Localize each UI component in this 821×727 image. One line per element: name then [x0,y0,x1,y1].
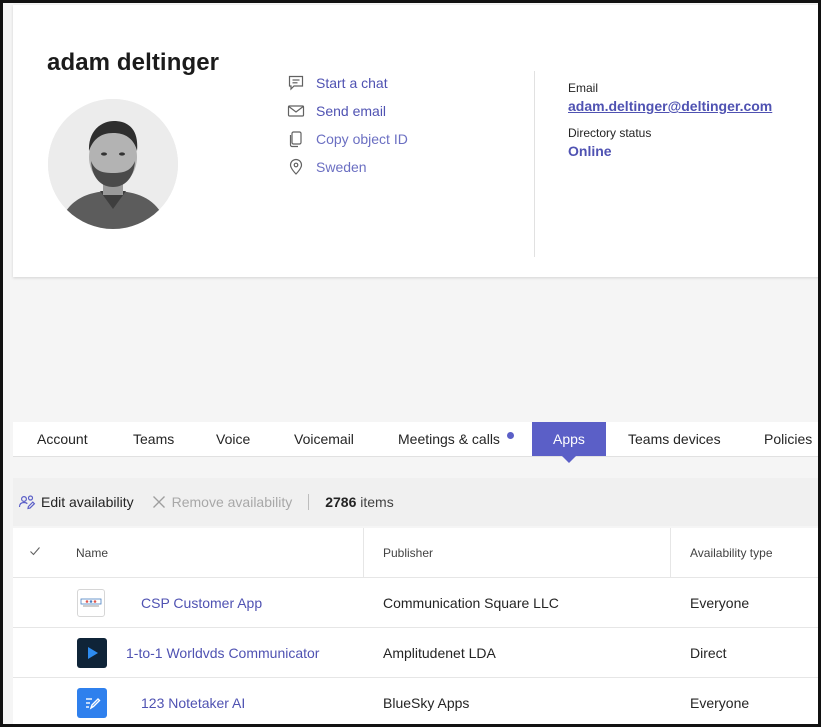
start-chat-label: Start a chat [316,75,388,91]
column-divider [363,528,364,578]
send-email-label: Send email [316,103,387,119]
start-chat-link[interactable]: Start a chat [285,69,408,97]
item-count-label: items [360,494,394,510]
email-link[interactable]: adam.deltinger@deltinger.com [568,98,772,114]
app-name[interactable]: CSP Customer App [141,595,262,611]
tab-meetings-calls[interactable]: Meetings & calls [398,422,514,456]
app-frame: adam deltinger Start a chat Send email C… [0,0,821,727]
tab-policies[interactable]: Policies [764,422,812,456]
remove-availability-button[interactable]: Remove availability [151,494,293,510]
chat-icon [285,72,307,94]
toolbar-separator [308,494,310,510]
notetaker-icon [77,688,107,718]
app-name-link[interactable]: 123 Notetaker AI [141,678,245,724]
tab-voicemail[interactable]: Voicemail [294,422,354,456]
directory-status-value: Online [568,143,612,159]
profile-name: adam deltinger [47,49,220,76]
notification-dot [506,432,514,439]
email-label: Email [568,81,599,95]
copy-object-id-link[interactable]: Copy object ID [285,125,408,153]
edit-availability-button[interactable]: Edit availability [18,493,134,511]
copy-object-id-label: Copy object ID [316,131,408,147]
checkmark-icon [29,545,41,560]
app-availability: Everyone [690,694,750,711]
location-icon [285,156,307,178]
app-name-link[interactable]: 1-to-1 Worldvds Communicator [126,628,319,677]
user-tabs: Account Teams Voice Voicemail Meetings &… [13,422,818,463]
app-name-link[interactable]: CSP Customer App [141,578,262,627]
app-publisher: Communication Square LLC [383,594,559,611]
send-email-link[interactable]: Send email [285,97,408,125]
app-availability: Direct [690,644,727,661]
column-header-name[interactable]: Name [76,528,108,577]
location-link[interactable]: Sweden [285,153,408,181]
mail-icon [285,100,307,122]
apps-toolbar: Edit availability Remove availability 27… [13,478,818,526]
tab-meetings-calls-label: Meetings & calls [398,431,500,447]
tab-teams[interactable]: Teams [133,422,174,456]
profile-card: adam deltinger Start a chat Send email C… [13,5,818,277]
app-availability: Everyone [690,594,750,611]
column-divider [670,528,671,578]
app-publisher: BlueSky Apps [383,694,470,711]
card-divider [534,71,535,257]
column-header-availability[interactable]: Availability type [690,528,773,577]
profile-actions: Start a chat Send email Copy object ID S… [285,69,408,181]
tab-account[interactable]: Account [37,422,88,456]
tab-teams-devices[interactable]: Teams devices [628,422,721,456]
app-name[interactable]: 1-to-1 Worldvds Communicator [126,645,319,661]
close-icon [151,494,167,510]
edit-availability-label: Edit availability [41,494,134,510]
app-publisher: Amplitudenet LDA [383,644,496,661]
location-label: Sweden [316,159,367,175]
table-row[interactable]: CSP Customer App Communication Square LL… [13,578,818,628]
people-edit-icon [18,493,36,511]
directory-status-label: Directory status [568,126,652,140]
item-count: 2786 items [325,494,394,510]
copy-icon [285,128,307,150]
table-header: Name Publisher Availability type [13,528,818,578]
apps-table: Name Publisher Availability type CSP Cus… [13,528,818,724]
item-count-number: 2786 [325,494,357,510]
csp-logo-icon [77,589,105,617]
avatar [48,99,178,229]
app-name[interactable]: 123 Notetaker AI [141,695,245,711]
remove-availability-label: Remove availability [171,494,293,510]
contact-info: Email adam.deltinger@deltinger.com Direc… [568,81,772,159]
table-row[interactable]: 1-to-1 Worldvds Communicator Amplitudene… [13,628,818,678]
select-all-checkbox[interactable] [29,528,41,577]
table-row[interactable]: 123 Notetaker AI BlueSky Apps Everyone [13,678,818,724]
column-header-publisher[interactable]: Publisher [383,528,433,577]
tab-voice[interactable]: Voice [216,422,250,456]
play-icon [77,638,107,668]
tab-apps[interactable]: Apps [532,422,606,463]
